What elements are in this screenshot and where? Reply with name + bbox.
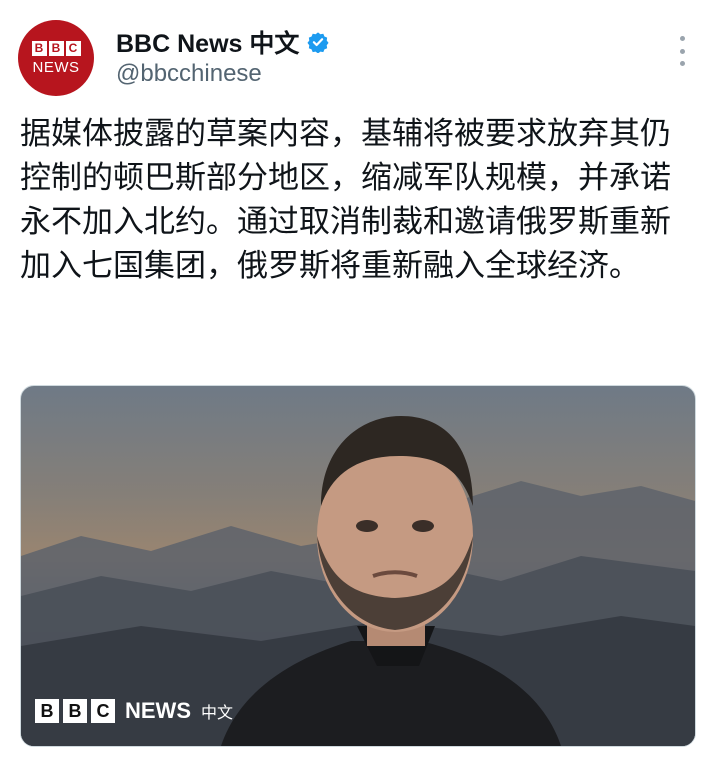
more-vertical-icon[interactable]: [678, 36, 686, 66]
display-name[interactable]: BBC News 中文: [116, 24, 299, 60]
tweet-media-image[interactable]: B B C NEWS 中文: [20, 385, 696, 747]
logo-block-b1: B: [35, 699, 59, 723]
more-dot: [679, 36, 685, 41]
more-dot: [679, 48, 685, 54]
logo-news-word: NEWS: [125, 698, 191, 723]
author-name-row[interactable]: BBC News 中文: [116, 24, 329, 60]
avatar[interactable]: B B C NEWS: [18, 20, 94, 96]
avatar-news-word: NEWS: [32, 58, 80, 76]
tweet-text: 据媒体披露的草案内容，基辅将被要求放弃其仍控制的顿巴斯部分地区，缩减军队规模，并…: [20, 116, 671, 284]
avatar-block-b1: B: [31, 40, 47, 56]
logo-block-c: C: [91, 699, 115, 723]
avatar-block-c: C: [65, 40, 81, 56]
landscape-portrait-graphic: [21, 416, 695, 746]
avatar-block-b2: B: [48, 40, 64, 56]
verified-badge-icon: [307, 32, 329, 53]
bbc-news-chinese-logo: B B C NEWS 中文: [35, 698, 233, 724]
user-handle[interactable]: @bbcchinese: [116, 60, 262, 88]
avatar-bbc-blocks: B B C: [31, 40, 81, 56]
more-dot: [679, 61, 685, 66]
logo-block-b2: B: [63, 699, 87, 723]
logo-chinese-word: 中文: [201, 703, 234, 722]
